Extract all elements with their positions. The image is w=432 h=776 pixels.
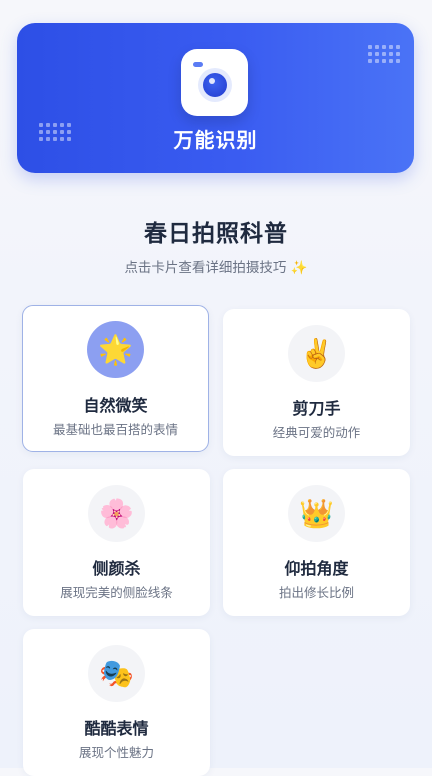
- star-icon: 🌟: [87, 321, 144, 378]
- banner-title: 万能识别: [173, 128, 258, 152]
- tip-card-natural-smile[interactable]: 🌟 自然微笑 最基础也最百搭的表情: [22, 305, 209, 452]
- cherry-blossom-icon: 🌸: [88, 485, 145, 542]
- tip-card-cool-expression[interactable]: 🎭 酷酷表情 展现个性魅力: [23, 629, 210, 776]
- card-description: 最基础也最百搭的表情: [52, 422, 178, 437]
- card-title: 仰拍角度: [284, 559, 349, 578]
- card-title: 侧颜杀: [92, 559, 141, 578]
- card-description: 拍出修长比例: [278, 585, 354, 600]
- decorative-dots: [368, 45, 400, 63]
- section-subtitle: 点击卡片查看详细拍摄技巧 ✨: [124, 260, 308, 276]
- camera-icon[interactable]: [181, 49, 248, 116]
- crown-icon: 👑: [288, 485, 345, 542]
- section-title: 春日拍照科普: [144, 221, 288, 247]
- card-title: 酷酷表情: [84, 719, 149, 738]
- theater-masks-icon: 🎭: [88, 645, 145, 702]
- card-title: 剪刀手: [292, 399, 341, 418]
- tip-card-side-profile[interactable]: 🌸 侧颜杀 展现完美的侧脸线条: [23, 469, 210, 616]
- tip-card-victory-hand[interactable]: ✌️ 剪刀手 经典可爱的动作: [223, 309, 410, 456]
- card-description: 展现个性魅力: [78, 745, 154, 760]
- recognition-banner[interactable]: 万能识别: [17, 23, 414, 173]
- victory-hand-icon: ✌️: [288, 325, 345, 382]
- card-description: 展现完美的侧脸线条: [60, 585, 173, 600]
- card-description: 经典可爱的动作: [272, 425, 361, 440]
- card-title: 自然微笑: [83, 396, 148, 415]
- tip-card-low-angle[interactable]: 👑 仰拍角度 拍出修长比例: [223, 469, 410, 616]
